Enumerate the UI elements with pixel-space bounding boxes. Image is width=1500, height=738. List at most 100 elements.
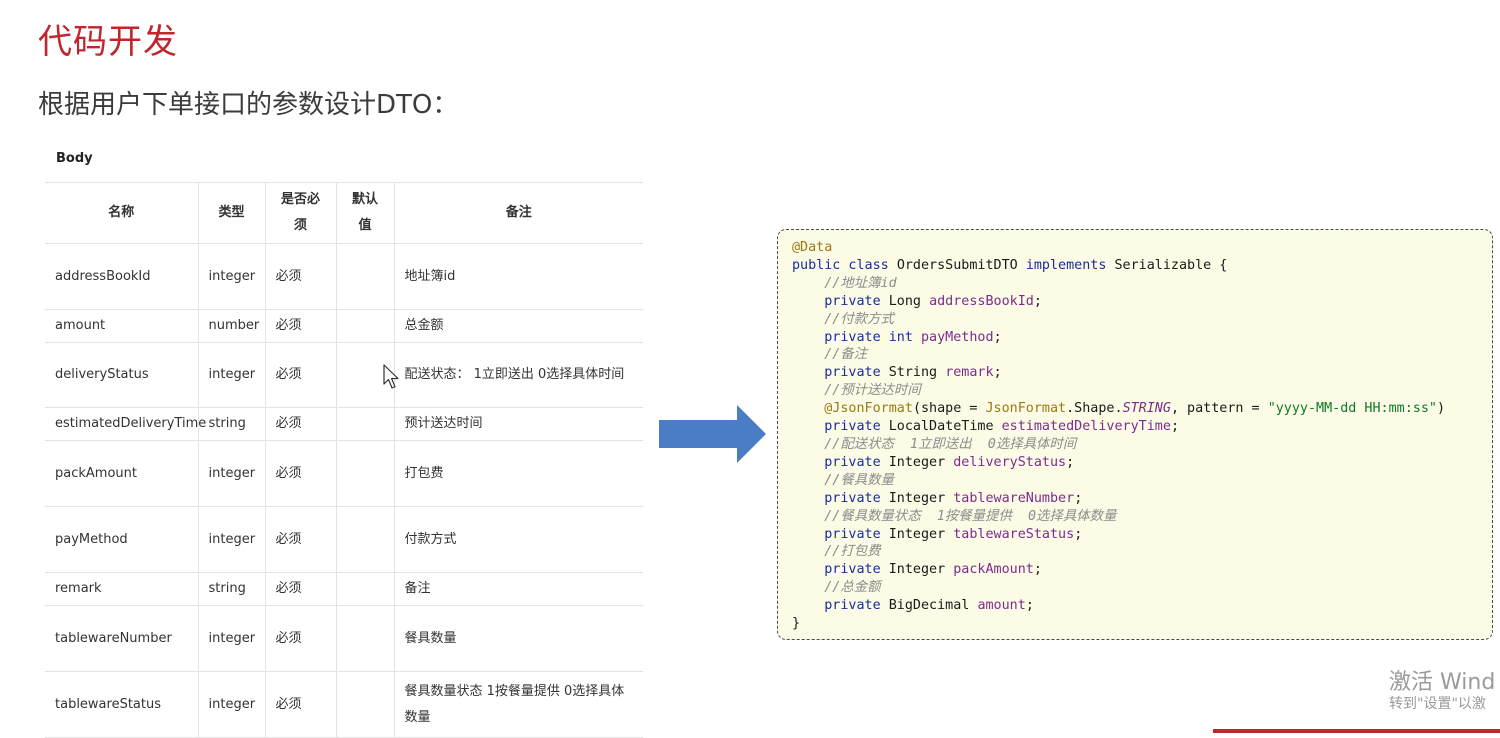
code-token: remark	[945, 365, 994, 381]
cell-note: 配送状态： 1立即送出 0选择具体时间	[393, 342, 643, 408]
table-row: remark string 必须 备注	[45, 572, 643, 606]
cell-name: deliveryStatus	[45, 342, 198, 408]
cell-type: number	[197, 309, 265, 343]
cell-type: string	[197, 572, 265, 606]
code-token: }	[792, 616, 801, 632]
cell-name: tablewareNumber	[45, 605, 198, 672]
cell-name: packAmount	[45, 440, 198, 507]
header-default: 默认值	[335, 182, 394, 244]
table-row: deliveryStatus integer 必须 配送状态： 1立即送出 0选择具体…	[45, 342, 643, 408]
code-line: @JsonFormat(shape = JsonFormat.Shape.STR…	[792, 400, 1445, 418]
table-row: estimatedDeliveryTime string 必须 预计送达时间	[45, 407, 643, 441]
code-line: private Integer tablewareNumber;	[792, 490, 1445, 508]
code-token: Integer	[888, 490, 954, 506]
code-token: , pattern =	[1170, 401, 1268, 417]
watermark-line-1: 激活 Wind	[1389, 670, 1496, 695]
table-row: payMethod integer 必须 付款方式	[45, 506, 643, 573]
code-token: LocalDateTime	[888, 419, 1002, 435]
cell-note: 餐具数量	[393, 605, 643, 672]
cell-default	[335, 440, 394, 507]
code-text: @Data public class OrdersSubmitDTO implem…	[792, 239, 1445, 633]
code-token: addressBookId	[929, 293, 1034, 309]
cell-note: 打包费	[393, 440, 643, 507]
table-row: amount number 必须 总金额	[45, 309, 643, 343]
code-token: ;	[1025, 598, 1034, 614]
code-token: private	[792, 419, 889, 435]
code-token: payMethod	[921, 329, 994, 345]
cell-note: 付款方式	[393, 506, 643, 573]
code-token: //备注	[792, 347, 868, 363]
table-body: addressBookId integer 必须 地址簿id amount number 必…	[45, 243, 643, 738]
code-line: private Integer tablewareStatus;	[792, 526, 1445, 544]
cell-required: 必须	[264, 572, 336, 606]
code-token: ;	[1074, 490, 1083, 506]
cell-type: integer	[197, 671, 265, 738]
cell-default	[335, 572, 394, 606]
code-token: ;	[993, 365, 1002, 381]
code-token: @JsonFormat	[792, 401, 913, 417]
code-line: private Integer packAmount;	[792, 561, 1445, 579]
code-line: @Data	[792, 239, 1445, 257]
code-token: //地址簿id	[792, 275, 897, 291]
header-note: 备注	[393, 182, 643, 244]
header-name: 名称	[45, 182, 198, 244]
code-token: Serializable {	[1114, 257, 1228, 273]
code-line: private Integer deliveryStatus;	[792, 454, 1445, 472]
code-token: "yyyy-MM-dd HH:mm:ss"	[1267, 401, 1437, 417]
code-token: .Shape.	[1066, 401, 1123, 417]
cell-name: payMethod	[45, 506, 198, 573]
code-token: private	[792, 490, 889, 506]
cell-name: amount	[45, 309, 198, 343]
code-line: //地址簿id	[792, 275, 1445, 293]
code-token: String	[888, 365, 946, 381]
cell-required: 必须	[264, 309, 336, 343]
code-token: private int	[792, 329, 921, 345]
page-subtitle: 根据用户下单接口的参数设计DTO：	[38, 90, 459, 120]
code-token: ;	[993, 329, 1002, 345]
cell-default	[335, 309, 394, 343]
cell-note: 地址簿id	[393, 243, 643, 310]
code-token: amount	[977, 598, 1026, 614]
cell-note: 餐具数量状态 1按餐量提供 0选择具体数量	[393, 671, 643, 738]
code-token: public class	[792, 257, 897, 273]
code-token: private	[792, 598, 889, 614]
table-row: tablewareStatus integer 必须 餐具数量状态 1按餐量提供 0选…	[45, 671, 643, 738]
code-line: //餐具数量	[792, 472, 1445, 490]
cell-default	[335, 407, 394, 441]
code-token: )	[1437, 401, 1446, 417]
table-row: tablewareNumber integer 必须 餐具数量	[45, 605, 643, 672]
cell-name: estimatedDeliveryTime	[45, 407, 206, 441]
cell-required: 必须	[264, 243, 336, 310]
code-line: private BigDecimal amount;	[792, 597, 1445, 615]
code-token: ;	[1033, 293, 1042, 309]
cell-name: tablewareStatus	[45, 671, 198, 738]
code-line: }	[792, 615, 1445, 633]
arrow-right-icon	[659, 405, 766, 463]
code-token: //餐具数量状态 1按餐量提供 0选择具体数量	[792, 508, 1117, 524]
cell-note: 预计送达时间	[393, 407, 643, 441]
code-token: STRING	[1122, 401, 1171, 417]
table-row: addressBookId integer 必须 地址簿id	[45, 243, 643, 310]
code-token: OrdersSubmitDTO	[896, 257, 1026, 273]
code-token: private	[792, 293, 889, 309]
cell-type: integer	[197, 440, 265, 507]
code-line: //总金额	[792, 579, 1445, 597]
page-title: 代码开发	[38, 22, 178, 62]
cell-default	[335, 506, 394, 573]
code-line: private LocalDateTime estimatedDeliveryT…	[792, 418, 1445, 436]
watermark-line-2: 转到"设置"以激	[1389, 696, 1486, 713]
code-token: (shape =	[912, 401, 986, 417]
code-line: //配送状态 1立即送出 0选择具体时间	[792, 436, 1445, 454]
code-line: //备注	[792, 346, 1445, 364]
header-required: 是否必须	[264, 182, 336, 244]
cell-required: 必须	[264, 506, 336, 573]
cell-required: 必须	[264, 407, 336, 441]
code-token: deliveryStatus	[953, 454, 1067, 470]
activation-watermark: 激活 Wind 转到"设置"以激	[1389, 670, 1495, 713]
table-header-row: 名称 类型 是否必须 默认值 备注	[45, 182, 643, 244]
cell-required: 必须	[264, 440, 336, 507]
code-token: tablewareStatus	[953, 526, 1075, 542]
cell-name: remark	[45, 572, 198, 606]
code-token: //预计送达时间	[792, 383, 921, 399]
code-token: @Data	[792, 240, 833, 255]
